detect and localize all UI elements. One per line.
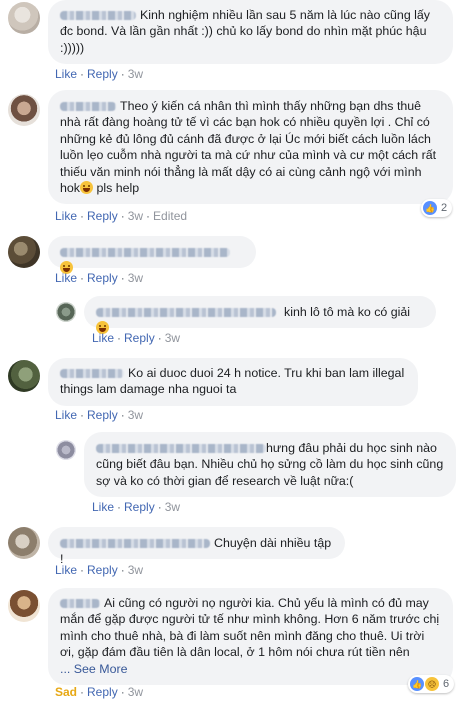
comment-1: Kinh nghiệm nhiều lần sau 5 năm là lúc n… <box>0 0 473 81</box>
reactions-summary[interactable]: 👍 ☹ 6 <box>408 675 455 693</box>
comment-actions: Like · Reply · 3w <box>55 408 144 422</box>
timestamp[interactable]: 3w <box>128 563 143 577</box>
see-more-link[interactable]: ... See More <box>60 662 128 676</box>
reply-link[interactable]: Reply <box>124 500 155 514</box>
reply-link[interactable]: Reply <box>87 408 118 422</box>
reply-link[interactable]: Reply <box>87 209 118 223</box>
avatar[interactable] <box>56 302 76 322</box>
comment-bubble: Ai cũng có người nọ người kia. Chủ yếu l… <box>48 588 453 686</box>
comment-bubble: Kinh nghiệm nhiều lần sau 5 năm là lúc n… <box>48 0 453 65</box>
timestamp[interactable]: 3w <box>128 271 143 285</box>
comment-5: Chuyện dài nhiều tập ! Like · Reply · 3w <box>0 527 473 577</box>
like-reaction-icon: 👍 <box>423 201 437 215</box>
comment-bubble: Chuyện dài nhiều tập ! <box>48 527 345 566</box>
comment-bubble: Theo ý kiến cá nhân thì mình thấy những … <box>48 90 453 205</box>
like-link[interactable]: Like <box>55 271 77 285</box>
edited-label[interactable]: Edited <box>153 209 187 223</box>
avatar[interactable] <box>8 94 40 126</box>
like-link[interactable]: Like <box>55 408 77 422</box>
comment-3: Like · Reply · 3w <box>0 236 473 286</box>
reply-link[interactable]: Reply <box>87 67 118 81</box>
sad-reaction-link[interactable]: Sad <box>55 685 77 699</box>
comment-actions: Like · Reply · 3w <box>55 271 144 285</box>
comment-actions: Sad · Reply · 3w <box>55 685 144 699</box>
author-name-blurred[interactable] <box>60 369 124 379</box>
like-link[interactable]: Like <box>55 67 77 81</box>
comment-bubble: kinh lô tô mà ko có giải <box>84 296 436 335</box>
author-name-blurred[interactable] <box>60 539 210 549</box>
timestamp[interactable]: 3w <box>128 209 143 223</box>
avatar[interactable] <box>8 527 40 559</box>
comment-4: Ko ai duoc duoi 24 h notice. Tru khi ban… <box>0 358 473 426</box>
like-link[interactable]: Like <box>92 500 114 514</box>
like-link[interactable]: Like <box>92 331 114 345</box>
reply-2: hưng đâu phải du học sinh nào cũng biết … <box>0 432 473 514</box>
comment-bubble: Ko ai duoc duoi 24 h notice. Tru khi ban… <box>48 358 418 406</box>
avatar[interactable] <box>8 2 40 34</box>
reply-1: kinh lô tô mà ko có giải Like · Reply · 3w <box>0 296 473 346</box>
author-name-blurred[interactable] <box>60 248 230 258</box>
avatar[interactable] <box>8 360 40 392</box>
reply-link[interactable]: Reply <box>87 271 118 285</box>
reply-link[interactable]: Reply <box>124 331 155 345</box>
comment-actions: Like · Reply · 3w <box>55 563 144 577</box>
comment-bubble: hưng đâu phải du học sinh nào cũng biết … <box>84 432 456 498</box>
author-name-blurred[interactable] <box>60 102 116 112</box>
comment-actions: Like · Reply · 3w <box>55 67 144 81</box>
reply-link[interactable]: Reply <box>87 563 118 577</box>
comment-bubble <box>48 236 256 275</box>
reactions-summary[interactable]: 👍 2 <box>421 199 453 217</box>
comment-2: Theo ý kiến cá nhân thì mình thấy những … <box>0 90 473 225</box>
like-link[interactable]: Like <box>55 209 77 223</box>
author-name-blurred[interactable] <box>60 599 100 609</box>
comment-text: Ai cũng có người nọ người kia. Chủ yếu l… <box>60 596 440 660</box>
comment-6: Ai cũng có người nọ người kia. Chủ yếu l… <box>0 588 473 708</box>
timestamp[interactable]: 3w <box>165 331 180 345</box>
author-name-blurred[interactable] <box>60 11 136 21</box>
reaction-count: 6 <box>443 678 450 690</box>
avatar[interactable] <box>8 236 40 268</box>
tired-face-emoji-icon <box>79 181 93 195</box>
comment-actions: Like · Reply · 3w <box>92 331 181 345</box>
author-name-blurred[interactable] <box>96 308 276 318</box>
timestamp[interactable]: 3w <box>128 408 143 422</box>
comment-actions: Like · Reply · 3w · Edited <box>55 209 188 223</box>
like-link[interactable]: Like <box>55 563 77 577</box>
timestamp[interactable]: 3w <box>128 67 143 81</box>
timestamp[interactable]: 3w <box>165 500 180 514</box>
comment-actions: Like · Reply · 3w <box>92 500 181 514</box>
avatar[interactable] <box>8 590 40 622</box>
timestamp[interactable]: 3w <box>128 685 143 699</box>
sad-reaction-icon: ☹ <box>425 677 439 691</box>
author-name-blurred[interactable] <box>96 444 266 454</box>
avatar[interactable] <box>56 440 76 460</box>
reaction-count: 2 <box>441 202 448 214</box>
comment-text: kinh lô tô mà ko có giải <box>284 305 411 319</box>
reply-link[interactable]: Reply <box>87 685 118 699</box>
like-reaction-icon: 👍 <box>410 677 424 691</box>
